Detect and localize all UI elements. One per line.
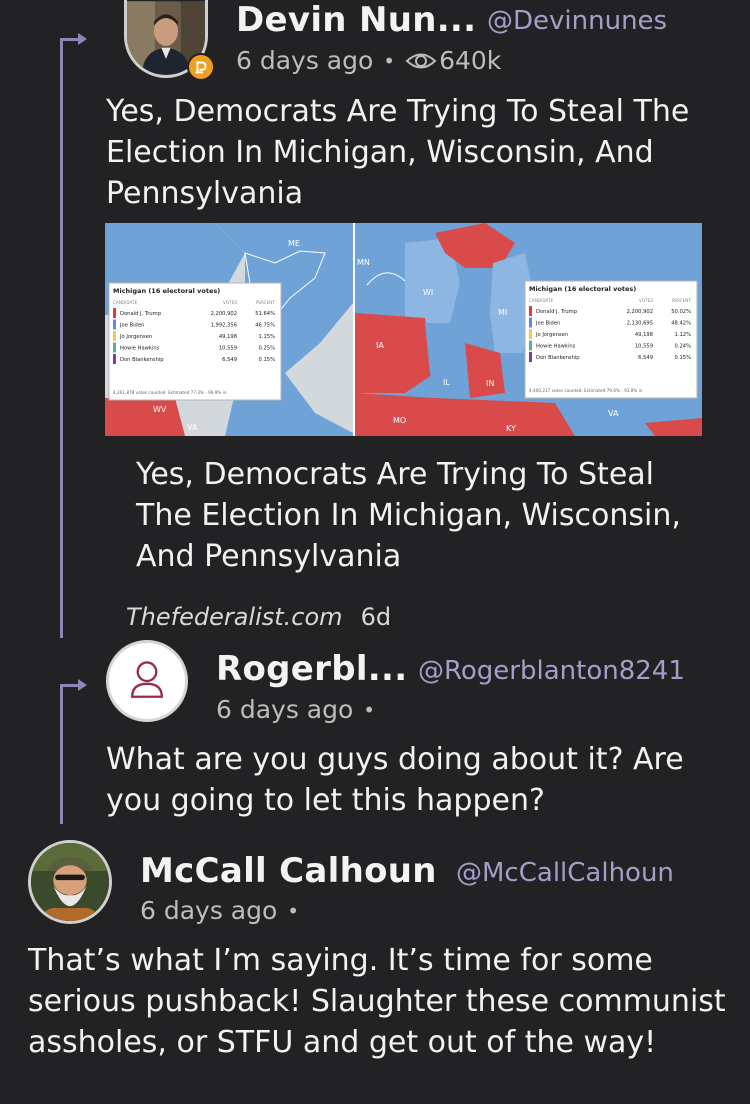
author-handle[interactable]: @Devinnunes bbox=[487, 6, 667, 36]
source-age: 6d bbox=[360, 603, 392, 631]
map-label: WI bbox=[423, 288, 433, 297]
candidate-name: Jo Jorgensen bbox=[535, 332, 568, 338]
thread-arrow-icon bbox=[78, 33, 87, 45]
post-meta: 6 days ago • bbox=[216, 695, 385, 724]
candidate-votes: 2,200,902 bbox=[627, 309, 653, 315]
candidate-percent: 0.25% bbox=[259, 346, 276, 352]
author-name[interactable]: McCall Calhoun bbox=[140, 851, 437, 891]
link-card-source[interactable]: Thefederalist.com 6d bbox=[126, 603, 391, 631]
post-time: 6 days ago bbox=[216, 695, 354, 724]
separator-dot: • bbox=[287, 898, 300, 923]
candidate-percent: 0.24% bbox=[675, 344, 692, 350]
candidate-name: Don Blankenship bbox=[120, 357, 164, 363]
results-header: PERCENT bbox=[256, 300, 276, 305]
candidate-percent: 46.75% bbox=[255, 323, 275, 329]
post-text: That’s what I’m saying. It’s time for so… bbox=[28, 943, 726, 1060]
results-header: CANDIDATE bbox=[113, 300, 138, 305]
map-label: IA bbox=[376, 341, 384, 350]
author-name[interactable]: Rogerbl... bbox=[216, 649, 407, 689]
thread-arrow-icon bbox=[78, 679, 87, 691]
results-footer: 4,261,878 votes counted. Estimated 77.3%… bbox=[113, 390, 227, 395]
avatar-photo bbox=[31, 843, 109, 921]
user-icon bbox=[131, 661, 163, 698]
candidate-votes: 1,992,356 bbox=[211, 323, 237, 329]
candidate-name: Donald J. Trump bbox=[120, 311, 162, 317]
avatar[interactable] bbox=[28, 840, 112, 924]
candidate-color-swatch bbox=[113, 342, 116, 353]
post-text: What are you guys doing about it? Are yo… bbox=[106, 742, 684, 818]
map-label: WV bbox=[153, 405, 167, 414]
avatar-default[interactable] bbox=[106, 640, 188, 722]
eye-icon bbox=[405, 53, 437, 68]
map-label: VA bbox=[608, 409, 619, 418]
map-label: MN bbox=[357, 258, 370, 267]
results-title: Michigan (16 electoral votes) bbox=[529, 285, 636, 293]
post-time: 6 days ago bbox=[236, 46, 374, 75]
results-footer: 4,400,217 votes counted. Estimated 79.8%… bbox=[529, 388, 643, 393]
map-label: MI bbox=[498, 308, 507, 317]
post-meta: 6 days ago • 640k bbox=[236, 46, 501, 75]
post-meta: 6 days ago • bbox=[140, 896, 309, 925]
candidate-votes: 10,559 bbox=[219, 346, 237, 352]
author-name[interactable]: Devin Nun... bbox=[236, 0, 476, 40]
candidate-name: Donald J. Trump bbox=[536, 309, 578, 315]
source-domain: Thefederalist.com bbox=[126, 603, 343, 631]
candidate-percent: 48.42% bbox=[671, 321, 691, 327]
candidate-name: Joe Biden bbox=[535, 321, 560, 327]
candidate-percent: 1.12% bbox=[675, 332, 692, 338]
results-header: VOTES bbox=[639, 298, 653, 303]
candidate-name: Howie Hawkins bbox=[536, 344, 576, 350]
candidate-color-swatch bbox=[113, 308, 116, 318]
results-header: VOTES bbox=[223, 300, 237, 305]
thread-tick bbox=[60, 38, 80, 41]
link-card-image[interactable]: Michigan (16 electoral votes) CANDIDATE VO… bbox=[105, 223, 702, 436]
map-label: ME bbox=[288, 239, 300, 248]
candidate-percent: 0.15% bbox=[259, 357, 276, 363]
candidate-votes: 49,198 bbox=[635, 332, 653, 338]
candidate-percent: 1.15% bbox=[259, 334, 276, 340]
view-count: 640k bbox=[439, 46, 502, 75]
post-time: 6 days ago bbox=[140, 896, 278, 925]
candidate-color-swatch bbox=[113, 319, 116, 330]
author-handle[interactable]: @McCallCalhoun bbox=[456, 858, 674, 888]
candidate-color-swatch bbox=[113, 354, 116, 364]
candidate-color-swatch bbox=[529, 329, 532, 339]
election-map-image: Michigan (16 electoral votes) CANDIDATE VO… bbox=[105, 223, 702, 436]
author-handle[interactable]: @Rogerblanton8241 bbox=[418, 656, 685, 686]
candidate-votes: 2,200,902 bbox=[211, 311, 237, 317]
candidate-color-swatch bbox=[529, 317, 532, 328]
candidate-votes: 6,549 bbox=[222, 357, 237, 363]
results-header: CANDIDATE bbox=[529, 298, 554, 303]
thread-line-reply bbox=[60, 684, 63, 824]
candidate-color-swatch bbox=[113, 331, 116, 341]
candidate-color-swatch bbox=[529, 352, 532, 362]
thread-tick bbox=[60, 684, 80, 687]
candidate-color-swatch bbox=[529, 340, 532, 351]
candidate-name: Howie Hawkins bbox=[120, 346, 160, 352]
verified-badge-icon bbox=[187, 53, 215, 81]
map-label: VA bbox=[187, 423, 198, 432]
candidate-votes: 6,549 bbox=[638, 355, 653, 361]
candidate-votes: 2,130,695 bbox=[627, 321, 653, 327]
candidate-percent: 0.15% bbox=[675, 355, 692, 361]
separator-dot: • bbox=[383, 48, 396, 73]
candidate-name: Jo Jorgensen bbox=[119, 334, 152, 340]
candidate-votes: 49,198 bbox=[219, 334, 237, 340]
map-label: IN bbox=[486, 379, 494, 388]
candidate-votes: 10,559 bbox=[635, 344, 653, 350]
map-label: IL bbox=[443, 378, 450, 387]
post-text: Yes, Democrats Are Trying To Steal The E… bbox=[106, 94, 690, 211]
candidate-name: Don Blankenship bbox=[536, 355, 580, 361]
separator-dot: • bbox=[363, 697, 376, 722]
link-card-title[interactable]: Yes, Democrats Are Trying To Steal The E… bbox=[136, 454, 696, 577]
thread-line-main bbox=[60, 38, 63, 638]
results-header: PERCENT bbox=[672, 298, 692, 303]
results-title: Michigan (16 electoral votes) bbox=[113, 287, 220, 295]
candidate-color-swatch bbox=[529, 306, 532, 316]
candidate-percent: 50.02% bbox=[671, 309, 691, 315]
candidate-name: Joe Biden bbox=[119, 323, 144, 329]
map-label: MO bbox=[393, 416, 406, 425]
candidate-percent: 51.64% bbox=[255, 311, 275, 317]
map-label: KY bbox=[506, 424, 516, 433]
